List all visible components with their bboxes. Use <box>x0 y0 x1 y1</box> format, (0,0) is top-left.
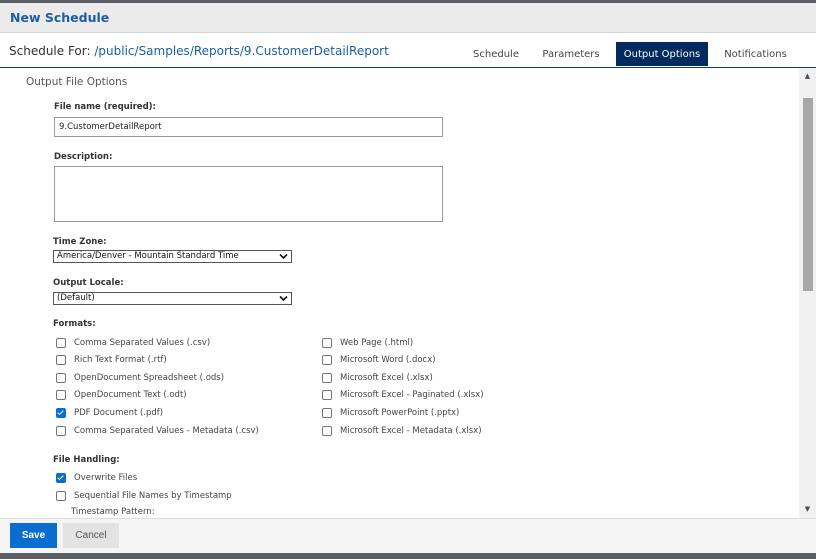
description-textarea[interactable] <box>54 166 443 222</box>
checkbox-icon <box>322 373 332 383</box>
format-label: Web Page (.html) <box>340 338 414 348</box>
timezone-label: Time Zone: <box>53 237 107 247</box>
format-label: PDF Document (.pdf) <box>74 408 164 418</box>
checkbox-icon <box>322 355 332 365</box>
tab-parameters[interactable]: Parameters <box>535 42 607 66</box>
format-label: OpenDocument Spreadsheet (.ods) <box>74 373 225 383</box>
tab-bar: Schedule Parameters Output Options Notif… <box>0 42 816 67</box>
checkbox-checked-icon <box>56 408 66 418</box>
output-options-panel: Output File Options File name (required)… <box>0 68 799 518</box>
dialog-footer: Save Cancel <box>0 518 816 554</box>
checkbox-icon <box>56 491 66 501</box>
format-pptx-checkbox[interactable]: Microsoft PowerPoint (.pptx) <box>322 408 459 418</box>
formats-label: Formats: <box>53 319 96 329</box>
checkbox-checked-icon <box>56 473 66 483</box>
format-label: Microsoft PowerPoint (.pptx) <box>340 408 460 418</box>
format-xlsx-paginated-checkbox[interactable]: Microsoft Excel - Paginated (.xlsx) <box>322 390 484 400</box>
format-xlsx-metadata-checkbox[interactable]: Microsoft Excel - Metadata (.xlsx) <box>322 426 482 436</box>
file-handling-option-label: Sequential File Names by Timestamp <box>74 491 232 501</box>
format-csv-metadata-checkbox[interactable]: Comma Separated Values - Metadata (.csv) <box>56 426 259 436</box>
timestamp-pattern-label: Timestamp Pattern: <box>71 507 155 517</box>
chevron-down-icon <box>279 253 288 260</box>
format-odt-checkbox[interactable]: OpenDocument Text (.odt) <box>56 390 187 400</box>
locale-label: Output Locale: <box>53 278 124 288</box>
locale-select[interactable]: (Default) <box>53 292 292 305</box>
checkbox-icon <box>56 373 66 383</box>
file-name-label: File name (required): <box>54 102 156 112</box>
format-html-checkbox[interactable]: Web Page (.html) <box>322 338 413 348</box>
scrollbar-thumb[interactable] <box>803 98 813 291</box>
checkbox-icon <box>56 426 66 436</box>
dialog-titlebar: New Schedule <box>0 3 816 33</box>
cancel-button[interactable]: Cancel <box>63 523 119 548</box>
file-handling-label: File Handling: <box>53 455 120 465</box>
file-handling-option-label: Overwrite Files <box>74 473 138 483</box>
tab-output-options[interactable]: Output Options <box>616 42 708 66</box>
schedule-header: Schedule For: /public/Samples/Reports/9.… <box>0 33 816 67</box>
description-label: Description: <box>54 152 113 162</box>
format-label: Comma Separated Values - Metadata (.csv) <box>74 426 259 436</box>
file-name-input[interactable] <box>54 117 443 137</box>
save-button[interactable]: Save <box>10 523 57 548</box>
scroll-down-arrow-icon[interactable]: ▼ <box>799 501 816 518</box>
checkbox-icon <box>322 408 332 418</box>
format-csv-checkbox[interactable]: Comma Separated Values (.csv) <box>56 338 210 348</box>
locale-value: (Default) <box>57 293 95 303</box>
tab-schedule[interactable]: Schedule <box>466 42 526 66</box>
vertical-scrollbar[interactable]: ▲ ▼ <box>799 68 816 518</box>
checkbox-icon <box>322 338 332 348</box>
overwrite-files-checkbox[interactable]: Overwrite Files <box>56 473 137 483</box>
format-label: Rich Text Format (.rtf) <box>74 355 167 365</box>
checkbox-icon <box>56 390 66 400</box>
chevron-down-icon <box>279 295 288 302</box>
format-pdf-checkbox[interactable]: PDF Document (.pdf) <box>56 408 163 418</box>
dialog-title: New Schedule <box>10 10 110 25</box>
format-label: Microsoft Excel - Paginated (.xlsx) <box>340 390 484 400</box>
sequential-names-checkbox[interactable]: Sequential File Names by Timestamp <box>56 491 232 501</box>
format-docx-checkbox[interactable]: Microsoft Word (.docx) <box>322 355 436 365</box>
format-label: Microsoft Excel (.xlsx) <box>340 373 433 383</box>
format-label: Microsoft Word (.docx) <box>340 355 436 365</box>
format-label: OpenDocument Text (.odt) <box>74 390 187 400</box>
format-ods-checkbox[interactable]: OpenDocument Spreadsheet (.ods) <box>56 373 224 383</box>
checkbox-icon <box>322 390 332 400</box>
checkbox-icon <box>56 338 66 348</box>
checkbox-icon <box>322 426 332 436</box>
window-bottom-border <box>0 553 816 559</box>
scroll-up-arrow-icon[interactable]: ▲ <box>799 68 816 85</box>
format-label: Comma Separated Values (.csv) <box>74 338 211 348</box>
tab-notifications[interactable]: Notifications <box>717 42 794 66</box>
format-label: Microsoft Excel - Metadata (.xlsx) <box>340 426 482 436</box>
timezone-select[interactable]: America/Denver - Mountain Standard Time <box>53 250 292 263</box>
checkbox-icon <box>56 355 66 365</box>
format-rtf-checkbox[interactable]: Rich Text Format (.rtf) <box>56 355 167 365</box>
section-title: Output File Options <box>26 76 128 88</box>
timezone-value: America/Denver - Mountain Standard Time <box>57 251 239 261</box>
format-xlsx-checkbox[interactable]: Microsoft Excel (.xlsx) <box>322 373 433 383</box>
